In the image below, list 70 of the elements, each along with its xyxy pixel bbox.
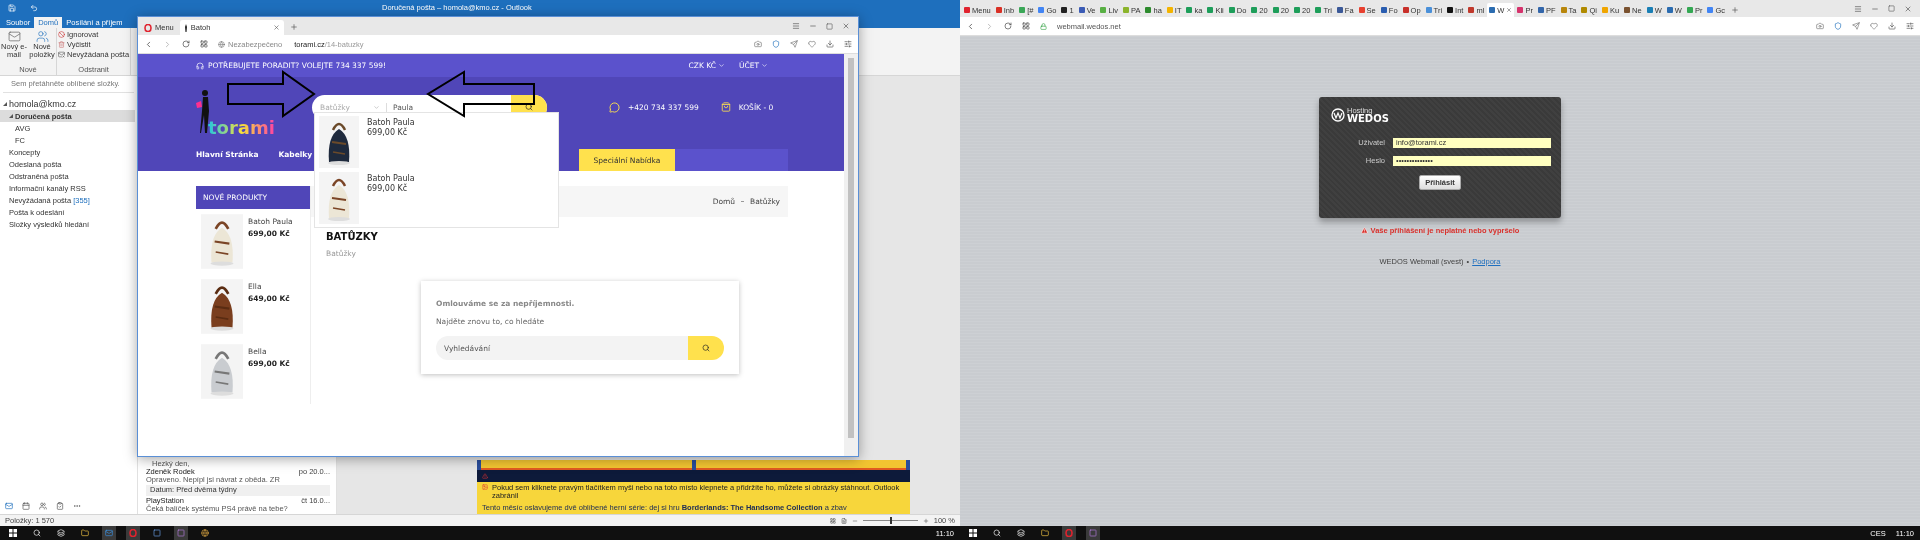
ignore-icon	[58, 31, 65, 38]
normal-view-icon[interactable]	[829, 517, 836, 524]
warning-icon	[1360, 227, 1368, 234]
broken-image-icon	[482, 472, 488, 479]
globe-icon	[218, 40, 225, 48]
close-icon[interactable]	[1506, 7, 1513, 13]
heart-icon[interactable]	[1870, 22, 1878, 30]
folder-item[interactable]: homola@kmo.cz	[0, 98, 135, 110]
suggestion-item[interactable]: Batoh Paula 699,00 Kč	[319, 116, 554, 168]
undo-icon[interactable]	[30, 3, 38, 12]
download-icon[interactable]	[1888, 22, 1896, 30]
app-icon[interactable]	[198, 526, 212, 540]
chevron-down-icon	[761, 62, 768, 69]
calendar-icon[interactable]	[22, 502, 30, 510]
speed-dial-icon[interactable]	[200, 40, 208, 48]
close-icon[interactable]	[842, 22, 850, 30]
maximize-icon[interactable]	[826, 22, 833, 30]
reload-icon[interactable]	[1004, 22, 1012, 30]
people-icon	[35, 30, 49, 43]
mail-icon[interactable]	[5, 502, 13, 510]
send-icon[interactable]	[790, 40, 798, 48]
back-icon[interactable]	[144, 39, 153, 49]
slider-thumb[interactable]	[890, 517, 893, 524]
restore-icon[interactable]	[1888, 5, 1895, 12]
download-icon[interactable]	[826, 40, 834, 48]
zoom-in-icon[interactable]	[922, 517, 929, 524]
task-view-icon[interactable]	[1014, 526, 1028, 540]
expanded-caret-icon	[9, 114, 13, 118]
more-icon[interactable]	[73, 502, 81, 510]
chevron-down-icon	[717, 62, 725, 69]
suggestion-item[interactable]: Batoh Paula 699,00 Kč	[319, 172, 554, 224]
opera-logo-icon	[144, 23, 152, 32]
close-icon[interactable]	[273, 24, 281, 31]
menu-icon[interactable]	[792, 22, 800, 30]
save-icon[interactable]	[8, 3, 16, 12]
junk-icon	[58, 51, 65, 58]
start-icon[interactable]	[966, 526, 980, 540]
send-icon[interactable]	[1852, 22, 1860, 30]
lock-icon	[1040, 22, 1047, 30]
speed-dial-icon[interactable]	[1022, 22, 1030, 30]
camera-icon[interactable]	[1816, 22, 1824, 30]
back-icon[interactable]	[966, 21, 975, 31]
expanded-caret-icon	[3, 102, 7, 106]
envelope-icon	[7, 30, 21, 43]
settings-icon[interactable]	[844, 40, 852, 48]
whatsapp-icon	[609, 101, 620, 113]
menu-icon[interactable]	[1854, 4, 1862, 13]
headset-icon	[196, 61, 204, 70]
reload-icon[interactable]	[182, 40, 190, 48]
heart-icon[interactable]	[808, 40, 816, 48]
search-icon	[525, 103, 533, 111]
people-icon[interactable]	[39, 502, 47, 510]
close-icon[interactable]	[1904, 4, 1912, 13]
new-tab-icon[interactable]	[1731, 6, 1739, 14]
figure-icon	[183, 23, 188, 32]
site-logo[interactable]: torami	[196, 79, 306, 135]
camera-icon[interactable]	[754, 40, 762, 48]
task-view-icon[interactable]	[54, 526, 68, 540]
page-heading: BATŮZKY	[326, 231, 379, 242]
new-tab-icon[interactable]	[290, 23, 299, 31]
shield-icon[interactable]	[1834, 22, 1842, 30]
chevron-down-icon	[373, 103, 380, 111]
bag-icon	[720, 102, 731, 112]
start-icon[interactable]	[6, 526, 20, 540]
settings-icon[interactable]	[1906, 22, 1914, 30]
reading-view-icon[interactable]	[840, 517, 847, 524]
search-icon	[702, 344, 710, 352]
broken-image-icon	[482, 483, 488, 490]
shield-icon[interactable]	[772, 40, 780, 48]
tasks-icon[interactable]	[56, 502, 64, 510]
